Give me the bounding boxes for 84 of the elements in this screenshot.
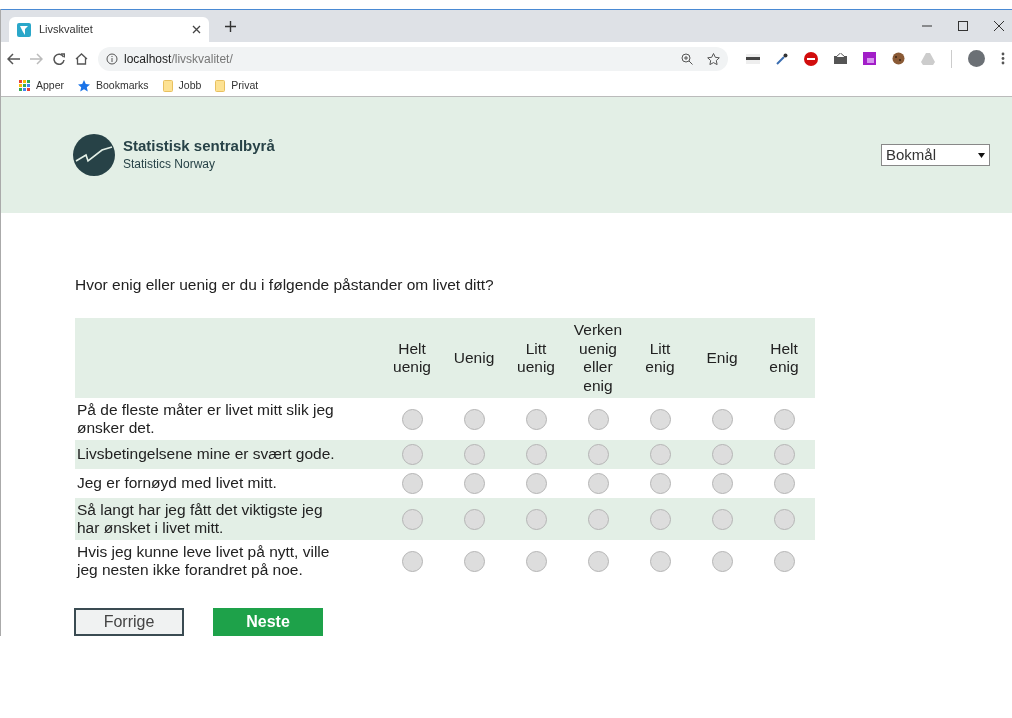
eyedropper-icon[interactable] bbox=[776, 52, 788, 65]
info-icon[interactable] bbox=[106, 52, 118, 65]
tab-title: Livskvalitet bbox=[39, 22, 93, 38]
site-favicon-icon bbox=[17, 22, 31, 37]
bookmark-link[interactable]: Jobb bbox=[162, 77, 202, 94]
radio-button[interactable] bbox=[525, 508, 547, 530]
star-icon[interactable] bbox=[707, 52, 720, 65]
browser-tab[interactable]: Livskvalitet bbox=[9, 17, 209, 42]
radio-button[interactable] bbox=[525, 408, 547, 430]
radio-button[interactable] bbox=[773, 473, 795, 495]
folder-icon bbox=[162, 79, 173, 92]
radio-button[interactable] bbox=[711, 508, 733, 530]
radio-button[interactable] bbox=[463, 444, 485, 466]
statement-text: Livsbetingelsene mine er svært gode. bbox=[77, 445, 335, 463]
scale-label: Enig bbox=[706, 348, 738, 366]
menu-icon[interactable] bbox=[1001, 52, 1005, 65]
radio-button[interactable] bbox=[463, 473, 485, 495]
organization-name: Statistisk sentralbyrå bbox=[123, 137, 275, 155]
radio-button[interactable] bbox=[711, 550, 733, 572]
radio-button[interactable] bbox=[587, 473, 609, 495]
home-icon[interactable] bbox=[75, 52, 88, 65]
radio-button[interactable] bbox=[463, 508, 485, 530]
close-tab-icon[interactable] bbox=[192, 25, 201, 34]
radio-button[interactable] bbox=[649, 473, 671, 495]
radio-button[interactable] bbox=[649, 508, 671, 530]
previous-button[interactable]: Forrige bbox=[74, 608, 184, 637]
scale-label: Helt uenig bbox=[393, 339, 431, 376]
adblock-icon[interactable] bbox=[804, 51, 818, 66]
question-text: Hvor enig eller uenig er du i følgende påstander om livet ditt? bbox=[75, 275, 495, 295]
folder-icon bbox=[215, 79, 226, 92]
logo-icon bbox=[73, 134, 115, 176]
maximize-icon[interactable] bbox=[958, 21, 968, 31]
radio-button[interactable] bbox=[525, 444, 547, 466]
radio-button[interactable] bbox=[525, 550, 547, 572]
radio-button[interactable] bbox=[401, 473, 423, 495]
mail-icon[interactable] bbox=[834, 53, 847, 64]
radio-button[interactable] bbox=[587, 508, 609, 530]
scale-label: Verken uenig eller enig bbox=[573, 321, 623, 394]
url-text: localhost/livskvalitet/ bbox=[124, 50, 233, 68]
radio-button[interactable] bbox=[649, 408, 671, 430]
radio-button[interactable] bbox=[525, 473, 547, 495]
organization-subtitle: Statistics Norway bbox=[123, 156, 217, 173]
close-icon[interactable] bbox=[994, 21, 1004, 31]
radio-button[interactable] bbox=[773, 408, 795, 430]
statement-text: Jeg er fornøyd med livet mitt. bbox=[77, 474, 277, 492]
radio-button[interactable] bbox=[711, 444, 733, 466]
language-dropdown[interactable]: Bokmål bbox=[881, 144, 990, 166]
radio-button[interactable] bbox=[711, 473, 733, 495]
radio-button[interactable] bbox=[587, 444, 609, 466]
bookmark-link[interactable]: Bookmarks bbox=[78, 77, 149, 94]
radio-button[interactable] bbox=[401, 444, 423, 466]
radio-button[interactable] bbox=[649, 444, 671, 466]
forward-arrow-icon[interactable] bbox=[30, 52, 43, 65]
dropdown-caret-icon bbox=[978, 152, 985, 158]
scale-label: Litt enig bbox=[645, 339, 675, 376]
bookmark-link[interactable]: Apper bbox=[19, 77, 65, 94]
bookmark-link[interactable]: Privat bbox=[215, 77, 259, 94]
statement-text: På de fleste måter er livet mitt slik jeg ønsker det. bbox=[77, 400, 334, 437]
radio-button[interactable] bbox=[773, 444, 795, 466]
avatar-icon[interactable] bbox=[968, 50, 985, 67]
reload-icon[interactable] bbox=[53, 52, 65, 65]
scale-label: Helt enig bbox=[769, 339, 799, 376]
apps-grid-icon bbox=[19, 80, 30, 91]
radio-button[interactable] bbox=[773, 508, 795, 530]
radio-button[interactable] bbox=[711, 408, 733, 430]
radio-button[interactable] bbox=[649, 550, 671, 572]
scale-label: Litt uenig bbox=[517, 339, 555, 376]
new-tab-icon[interactable] bbox=[225, 20, 236, 32]
radio-button[interactable] bbox=[463, 550, 485, 572]
back-arrow-icon[interactable] bbox=[7, 52, 20, 65]
zoom-icon[interactable] bbox=[681, 52, 693, 65]
radio-button[interactable] bbox=[587, 550, 609, 572]
radio-button[interactable] bbox=[401, 508, 423, 530]
radio-button[interactable] bbox=[587, 408, 609, 430]
radio-button[interactable] bbox=[463, 408, 485, 430]
radio-button[interactable] bbox=[773, 550, 795, 572]
radio-button[interactable] bbox=[401, 408, 423, 430]
statement-text: Hvis jeg kunne leve livet på nytt, ville jeg nesten ikke forandret på noe. bbox=[77, 542, 330, 579]
address-bar[interactable]: localhost/livskvalitet/ bbox=[98, 46, 728, 71]
radio-button[interactable] bbox=[401, 550, 423, 572]
scale-label: Uenig bbox=[453, 348, 495, 366]
statement-text: Så langt har jeg fått det viktigste jeg har ønsket i livet mitt. bbox=[77, 500, 323, 537]
cookie-icon[interactable] bbox=[892, 52, 905, 65]
star-icon bbox=[78, 79, 91, 92]
